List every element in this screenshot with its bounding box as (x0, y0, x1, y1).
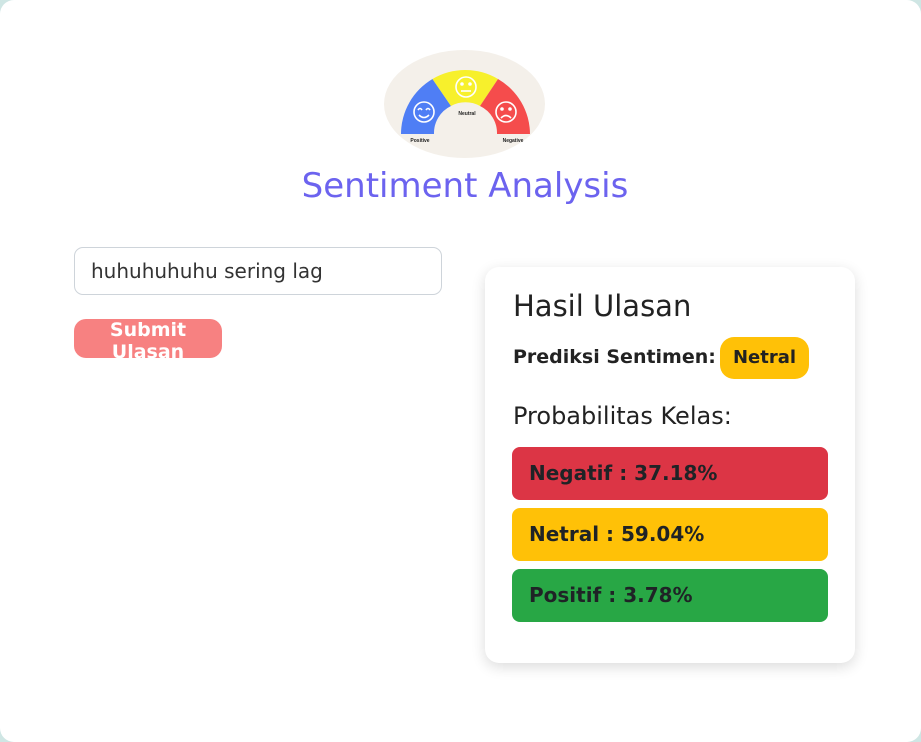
prediction-badge: Netral (720, 337, 809, 379)
gauge-negative-label: Negative (503, 138, 524, 144)
probability-bar-neutral: Netral : 59.04% (512, 508, 828, 561)
gauge-neutral-label: Neutral (458, 111, 476, 117)
gauge-positive-label: Positive (410, 138, 429, 144)
result-card: Hasil Ulasan Prediksi Sentimen: Netral P… (485, 267, 855, 663)
prediction-label: Prediksi Sentimen: (513, 346, 716, 368)
submit-review-button[interactable]: Submit Ulasan (74, 319, 222, 363)
page-container: Neutral Positive Negative Sentiment Anal… (0, 0, 921, 742)
result-title: Hasil Ulasan (513, 289, 692, 323)
sentiment-gauge-logo: Neutral Positive Negative (384, 50, 545, 158)
probability-bar-positive: Positif : 3.78% (512, 569, 828, 622)
page-title: Sentiment Analysis (301, 166, 629, 206)
review-input[interactable] (74, 247, 442, 295)
probabilities-title: Probabilitas Kelas: (513, 402, 732, 430)
probability-bar-negative: Negatif : 37.18% (512, 447, 828, 500)
